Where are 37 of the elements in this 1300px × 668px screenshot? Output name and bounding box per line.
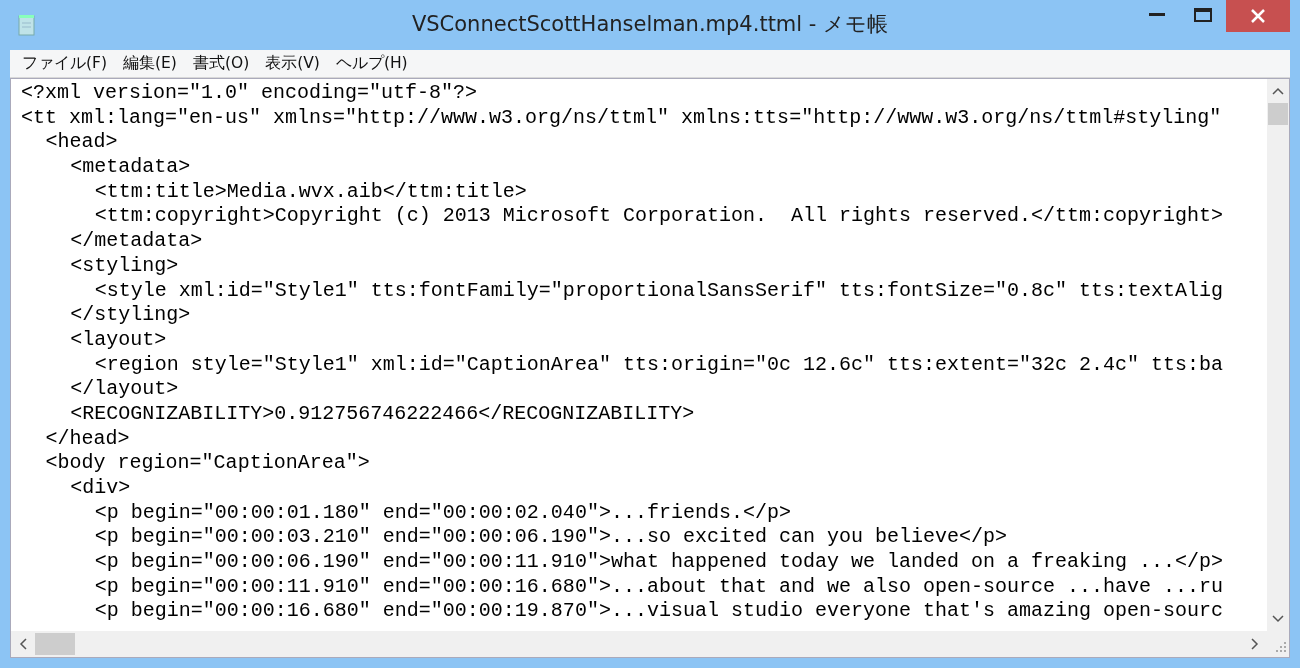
menu-item[interactable]: 書式(O): [184, 51, 258, 76]
code-line: </head>: [45, 426, 130, 452]
code-line: <layout>: [70, 327, 167, 353]
menu-item[interactable]: ヘルプ(H): [327, 51, 416, 76]
maximize-icon: [1194, 8, 1212, 22]
code-line: <body region="CaptionArea">: [45, 451, 370, 476]
menu-item[interactable]: 編集(E): [115, 51, 185, 76]
code-line: <p begin="00:00:06.190" end="00:00:11.910">what happened today we landed on a freaking ...</p>: [94, 550, 1223, 575]
code-line: <p begin="00:00:03.210" end="00:00:06.190">...so excited can you believe</p>: [94, 525, 1007, 551]
scroll-thumb[interactable]: [35, 633, 75, 655]
code-line: <p begin="00:00:01.180" end="00:00:02.040">...friends.</p>: [94, 500, 791, 526]
code-line: <styling>: [70, 253, 179, 279]
horizontal-scrollbar[interactable]: [11, 631, 1289, 657]
code-line: <RECOGNIZABILITY>0.912756746222466</RECOGNIZABILITY>: [70, 401, 695, 427]
code-line: <p begin="00:00:11.910" end="00:00:16.680">...about that and we also open-source ...have ...ru: [94, 574, 1223, 600]
code-line: <ttm:title>Media.wvx.aib</ttm:title>: [94, 179, 527, 205]
code-line: <head>: [45, 130, 118, 156]
window-title: VSConnectScottHanselman.mp4.ttml - メモ帳: [411, 12, 889, 36]
code-line: <metadata>: [70, 155, 191, 180]
close-button[interactable]: [1226, 0, 1290, 32]
code-line: </layout>: [70, 377, 179, 402]
code-line: <div>: [70, 476, 131, 501]
menu-item[interactable]: ファイル(F): [14, 51, 115, 76]
scroll-thumb[interactable]: [1268, 103, 1288, 125]
code-line: <style xml:id="Style1" tts:fontFamily="proportionalSansSerif" tts:fontSize="0.8c" tts:textAlig: [94, 278, 1223, 304]
code-line: <region style="Style1" xml:id="CaptionArea" tts:origin="0c 12.6c" tts:extent="32c 2.4c" tts:ba: [94, 352, 1223, 378]
vertical-scrollbar[interactable]: [1267, 79, 1289, 631]
code-line: <p begin="00:00:16.680" end="00:00:19.870">...visual studio everyone that's amazing open-sourc: [94, 599, 1223, 625]
code-line: <?xml version="1.0" encoding="utf-8"?>: [21, 81, 478, 106]
code-line: <tt xml:lang="en-us" xmlns="http://www.w3.org/ns/ttml" xmlns:tts="http://www.w3.org/ns/ttml#styling": [21, 105, 1222, 131]
minimize-icon: [1149, 13, 1165, 17]
code-line: </styling>: [70, 303, 191, 328]
menu-item[interactable]: 表示(V): [257, 51, 328, 76]
code-line: <ttm:copyright>Copyright (c) 2013 Microsoft Corporation. All rights reserved.</ttm:copyright>: [94, 204, 1223, 230]
code-line: </metadata>: [70, 229, 203, 254]
notepad-icon: [18, 14, 36, 36]
close-icon: [1250, 8, 1266, 24]
